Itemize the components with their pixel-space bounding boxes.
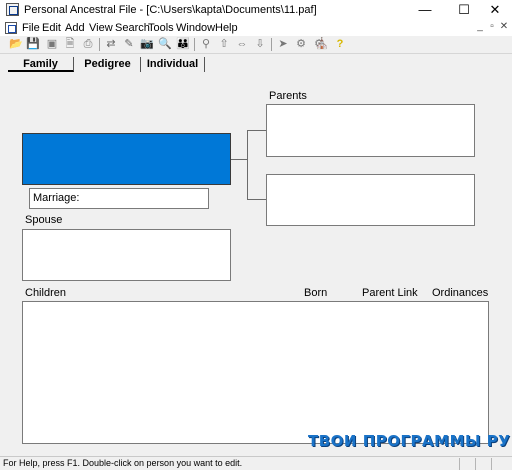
mdi-restore-button[interactable]: ▫ xyxy=(486,21,498,32)
open-file-icon[interactable]: 📂 xyxy=(8,37,24,52)
maximize-button[interactable]: ☐ xyxy=(447,0,481,20)
merge-icon[interactable]: ⇄ xyxy=(103,37,119,52)
navigate-icon[interactable]: ➤ xyxy=(275,37,291,52)
minimize-button[interactable]: — xyxy=(408,0,442,20)
marriage-field[interactable]: Marriage: xyxy=(29,188,209,209)
column-ordinances: Ordinances xyxy=(432,287,489,299)
menu-bar: File Edit Add View Search Tools Window H… xyxy=(0,20,512,36)
father-box[interactable] xyxy=(266,104,475,157)
status-separator xyxy=(491,458,492,470)
edit-individual-icon[interactable]: ✎ xyxy=(121,37,137,52)
menu-window[interactable]: Window xyxy=(176,22,215,34)
connector-line xyxy=(247,130,266,131)
toolbar-separator xyxy=(194,38,195,51)
menu-help[interactable]: Help xyxy=(215,22,238,34)
save-icon[interactable]: 💾 xyxy=(25,37,41,52)
connector-line xyxy=(247,130,248,200)
help-icon[interactable]: ? xyxy=(332,37,348,52)
window-title: Personal Ancestral File - [C:\Users\kapt… xyxy=(24,4,317,16)
add-parents-icon[interactable]: ⇧ xyxy=(216,37,232,52)
add-spouse-icon[interactable]: ⇔ xyxy=(234,37,250,52)
temple-icon[interactable]: ⛪ xyxy=(314,37,330,52)
mother-box[interactable] xyxy=(266,174,475,226)
tab-individual[interactable]: Individual xyxy=(141,57,205,72)
find-individual-icon[interactable]: 🔍 xyxy=(157,37,173,52)
toolbar: 📂 💾 ▣ 🗎 ⎙ ⇄ ✎ 📷 🔍 👪 ⚲ ⇧ ⇔ ⇩ ➤ ⚙ ⚙ ⛪ ? xyxy=(0,36,512,54)
title-bar: Personal Ancestral File - [C:\Users\kapt… xyxy=(0,0,512,20)
toolbar-separator xyxy=(99,38,100,51)
close-button[interactable]: ✕ xyxy=(478,0,512,20)
ordinances-icon[interactable]: ⚙ xyxy=(293,37,309,52)
status-separator xyxy=(459,458,460,470)
watermark: ТВОИ ПРОГРАММЫ РУ xyxy=(308,432,511,450)
marriage-label: Marriage: xyxy=(33,192,80,204)
backup-icon[interactable]: ▣ xyxy=(44,37,60,52)
search-binoculars-icon[interactable]: ⚲ xyxy=(198,37,214,52)
parents-label: Parents xyxy=(269,90,307,102)
status-bar: For Help, press F1. Double-click on pers… xyxy=(0,456,512,470)
tab-pedigree[interactable]: Pedigree xyxy=(75,57,141,72)
primary-individual-box[interactable] xyxy=(22,133,231,185)
family-icon[interactable]: 👪 xyxy=(175,37,191,52)
report-icon[interactable]: 🗎 xyxy=(62,37,78,52)
menu-edit[interactable]: Edit xyxy=(42,22,61,34)
mdi-minimize-button[interactable]: _ xyxy=(474,21,486,32)
menu-search[interactable]: Search xyxy=(115,22,150,34)
children-list[interactable] xyxy=(22,301,489,444)
status-separator xyxy=(475,458,476,470)
menu-file[interactable]: File xyxy=(22,22,40,34)
menu-view[interactable]: View xyxy=(89,22,113,34)
connector-line xyxy=(231,159,248,160)
tab-family[interactable]: Family xyxy=(8,57,74,72)
add-child-icon[interactable]: ⇩ xyxy=(252,37,268,52)
app-icon[interactable] xyxy=(6,3,19,16)
menu-add[interactable]: Add xyxy=(65,22,85,34)
document-icon[interactable] xyxy=(5,22,17,34)
camera-icon[interactable]: 📷 xyxy=(139,37,155,52)
connector-line xyxy=(247,199,266,200)
spouse-label: Spouse xyxy=(25,214,63,226)
spouse-box[interactable] xyxy=(22,229,231,281)
column-parent-link: Parent Link xyxy=(362,287,418,299)
status-text: For Help, press F1. Double-click on pers… xyxy=(3,458,243,468)
menu-tools[interactable]: Tools xyxy=(148,22,174,34)
children-label: Children xyxy=(25,287,66,299)
column-born: Born xyxy=(304,287,328,299)
toolbar-separator xyxy=(271,38,272,51)
mdi-close-button[interactable]: ✕ xyxy=(498,21,510,32)
print-icon[interactable]: ⎙ xyxy=(80,37,96,52)
